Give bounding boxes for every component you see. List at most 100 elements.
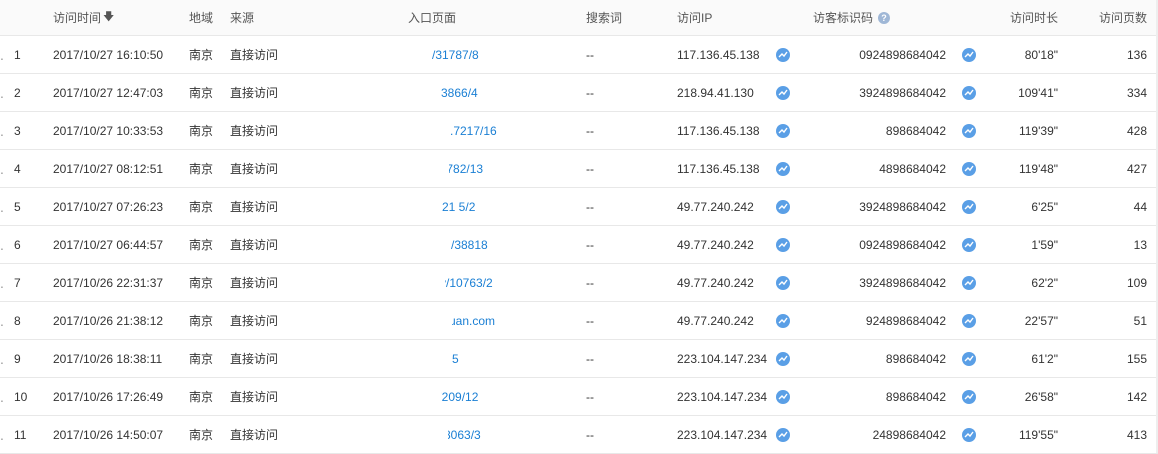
table-row: . 2 2017/10/27 12:47:03 南京 直接访问 3866/4 -- 218.9…: [0, 74, 1158, 112]
table-row: . 4 2017/10/27 08:12:51 南京 直接访问 27782/13 -- 117…: [0, 150, 1158, 188]
ip-trend-cell[interactable]: [776, 302, 792, 339]
row-duration: 26'58": [1024, 389, 1058, 404]
ip-trend-cell[interactable]: [776, 188, 792, 225]
row-entry-cell: /38818: [408, 226, 573, 263]
trend-icon[interactable]: [776, 237, 790, 252]
trend-icon[interactable]: [962, 161, 976, 176]
row-pages: 109: [1126, 275, 1147, 290]
trend-icon[interactable]: [962, 85, 976, 100]
row-source: 直接访问: [230, 276, 279, 290]
visitor-trend-cell[interactable]: [962, 340, 978, 377]
visitor-trend-cell[interactable]: [962, 36, 978, 73]
trend-icon[interactable]: [776, 47, 790, 62]
row-entry-link[interactable]: 7209/12: [435, 390, 478, 404]
row-keyword: --: [586, 351, 594, 366]
row-visitor-id: 3924898684042: [859, 275, 946, 290]
table-row: . 6 2017/10/27 06:44:57 南京 直接访问/38818 -- 49.77…: [0, 226, 1158, 264]
row-entry-link[interactable]: 8063/3: [444, 428, 481, 442]
trend-icon[interactable]: [962, 237, 976, 252]
row-ip: 49.77.240.242: [677, 199, 754, 214]
arrow-down-icon[interactable]: 🡇: [103, 8, 114, 27]
ip-trend-cell[interactable]: [776, 416, 792, 453]
row-ip: 223.104.147.234: [677, 351, 768, 366]
row-region: 南京: [189, 48, 214, 62]
redaction-mask: [408, 302, 452, 339]
row-source: 直接访问: [230, 352, 279, 366]
row-keyword: --: [586, 275, 594, 290]
header-pages: 访问页数: [1098, 11, 1147, 25]
visitor-trend-cell[interactable]: [962, 302, 978, 339]
row-keyword: --: [586, 85, 594, 100]
visitor-trend-cell[interactable]: [962, 188, 978, 225]
row-entry-link[interactable]: 21 5/2: [442, 200, 475, 214]
row-bullet: .: [0, 84, 4, 101]
row-entry-cell: 21 5/2: [408, 188, 573, 225]
visitor-trend-cell[interactable]: [962, 378, 978, 415]
trend-icon[interactable]: [776, 161, 790, 176]
header-time[interactable]: 访问时间 🡇: [53, 0, 183, 35]
row-duration: 119'48": [1018, 161, 1058, 176]
row-index: 5: [14, 199, 21, 214]
trend-icon[interactable]: [962, 199, 976, 214]
question-icon[interactable]: ?: [878, 11, 891, 24]
trend-icon[interactable]: [776, 199, 790, 214]
trend-icon[interactable]: [962, 275, 976, 290]
redaction-mask: [408, 74, 435, 111]
header-ip: 访问IP: [677, 11, 713, 25]
trend-icon[interactable]: [962, 389, 976, 404]
row-entry-link[interactable]: 3866/4: [441, 86, 478, 100]
visitor-trend-cell[interactable]: [962, 264, 978, 301]
row-region: 南京: [189, 124, 214, 138]
trend-icon[interactable]: [962, 47, 976, 62]
row-pages: 142: [1126, 389, 1147, 404]
row-entry-link[interactable]: /38818: [451, 238, 488, 252]
ip-trend-cell[interactable]: [776, 226, 792, 263]
table-row: . 5 2017/10/27 07:26:23 南京 直接访问 21 5/2 -- 49.77…: [0, 188, 1158, 226]
redaction-mask: [408, 226, 438, 263]
trend-icon[interactable]: [962, 313, 976, 328]
row-ip: 117.136.45.138: [677, 161, 760, 176]
row-visitor-id: 898684042: [885, 351, 946, 366]
trend-icon[interactable]: [962, 427, 976, 442]
trend-icon[interactable]: [776, 275, 790, 290]
visitor-trend-cell[interactable]: [962, 226, 978, 263]
trend-icon[interactable]: [962, 123, 976, 138]
visitor-trend-cell[interactable]: [962, 74, 978, 111]
visitor-trend-cell[interactable]: [962, 150, 978, 187]
visitor-trend-cell[interactable]: [962, 112, 978, 149]
table-row: . 9 2017/10/26 18:38:11 南京 直接访问 5 -- 223.104.14…: [0, 340, 1158, 378]
ip-trend-cell[interactable]: [776, 340, 792, 377]
row-entry-cell: /31787/8: [408, 36, 573, 73]
trend-icon[interactable]: [776, 389, 790, 404]
ip-trend-cell[interactable]: [776, 112, 792, 149]
row-region: 南京: [189, 314, 214, 328]
ip-trend-cell[interactable]: [776, 378, 792, 415]
row-region: 南京: [189, 352, 214, 366]
row-visitor-id: 0924898684042: [859, 237, 946, 252]
trend-icon[interactable]: [962, 351, 976, 366]
visitor-trend-cell[interactable]: [962, 416, 978, 453]
trend-icon[interactable]: [776, 123, 790, 138]
trend-icon[interactable]: [776, 427, 790, 442]
ip-trend-cell[interactable]: [776, 36, 792, 73]
row-visitor-id: 0924898684042: [859, 47, 946, 62]
row-pages: 13: [1133, 237, 1147, 252]
trend-icon[interactable]: [776, 313, 790, 328]
row-pages: 428: [1126, 123, 1147, 138]
row-ip: 117.136.45.138: [677, 47, 760, 62]
trend-icon[interactable]: [776, 351, 790, 366]
row-source: 直接访问: [230, 238, 279, 252]
ip-trend-cell[interactable]: [776, 150, 792, 187]
ip-trend-cell[interactable]: [776, 264, 792, 301]
row-pages: 136: [1126, 47, 1147, 62]
row-duration: 62'2": [1031, 275, 1058, 290]
table-header: 访问时间 🡇 地域 来源 入口页面 搜索词 访问IP 访客标识码 ? 访问时长 …: [0, 0, 1158, 36]
row-source: 直接访问: [230, 200, 279, 214]
row-entry-cell: 8063/3: [408, 416, 573, 453]
row-entry-link[interactable]: /31787/8: [432, 48, 479, 62]
row-entry-link[interactable]: 5: [452, 352, 459, 366]
trend-icon[interactable]: [776, 85, 790, 100]
ip-trend-cell[interactable]: [776, 74, 792, 111]
header-visitor-id: 访客标识码 ?: [813, 0, 946, 35]
row-entry-link[interactable]: .7217/16: [450, 124, 497, 138]
